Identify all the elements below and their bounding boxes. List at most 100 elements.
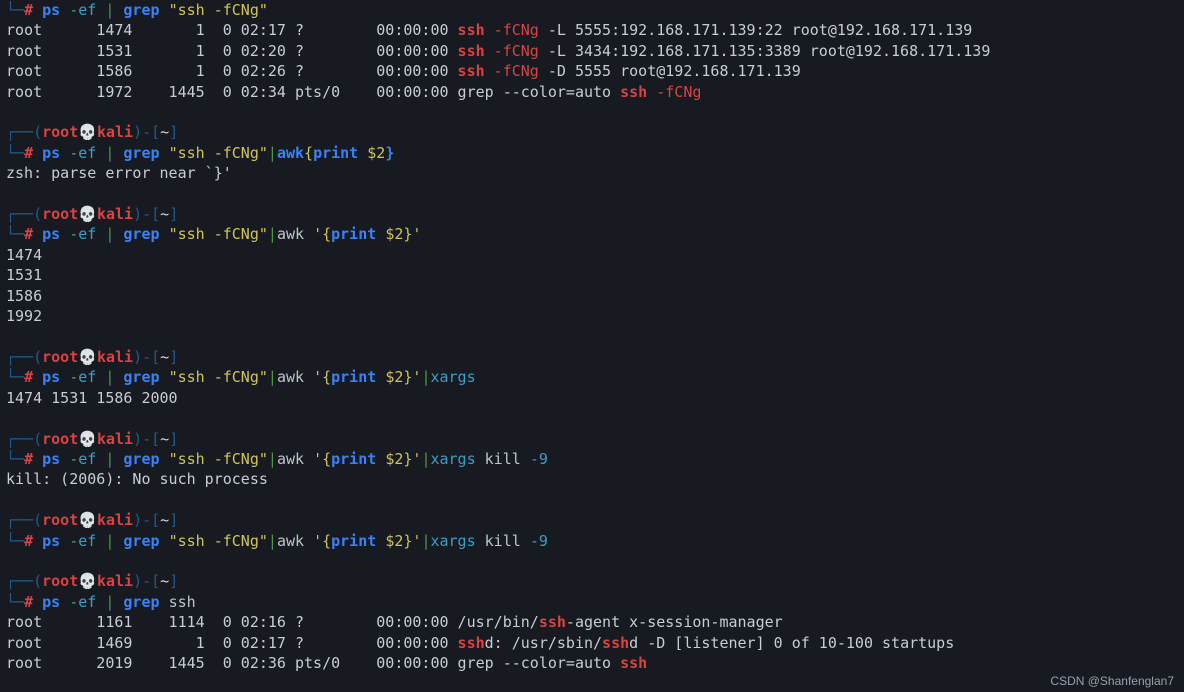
tok: print (331, 225, 376, 243)
tok: ] (169, 511, 178, 529)
ps-row: root 1586 1 0 02:26 ? 00:00:00 (6, 62, 458, 80)
tok: { (304, 144, 313, 162)
ps-row: root 2019 1445 0 02:36 pts/0 00:00:00 (6, 654, 458, 672)
tok: kill (485, 532, 521, 550)
tok: # (24, 368, 33, 386)
tok: kali (97, 572, 133, 590)
tok: | (268, 450, 277, 468)
tok: ┌──( (6, 430, 42, 448)
tok: ~ (160, 430, 169, 448)
tok: ' (313, 450, 322, 468)
tok: awk (277, 368, 304, 386)
terminal[interactable]: └─# ps -ef | grep "ssh -fCNg" root 1474 … (0, 0, 1184, 673)
tok: )-[ (133, 430, 160, 448)
txt: d: /usr/sbin/ (485, 634, 602, 652)
txt: /usr/bin/ (458, 613, 539, 631)
tok: ssh (458, 62, 485, 80)
tok: kali (97, 205, 133, 223)
tok: ' (313, 225, 322, 243)
txt: d -D [listener] 0 of 10-100 startups (629, 634, 954, 652)
tok: ssh (458, 634, 485, 652)
tok: "ssh -fCNg" (169, 368, 268, 386)
tok: | (105, 593, 114, 611)
tok: grep (123, 593, 159, 611)
tok: "ssh -fCNg" (169, 532, 268, 550)
tok: ] (169, 123, 178, 141)
ps-row: root 1469 1 0 02:17 ? 00:00:00 (6, 634, 458, 652)
txt: 1992 (6, 307, 42, 325)
tok: ps (42, 368, 60, 386)
tok: ps (42, 532, 60, 550)
tok: ~ (160, 123, 169, 141)
txt: grep --color=auto (458, 83, 621, 101)
tok: { (322, 532, 331, 550)
tok: { (322, 368, 331, 386)
tok: xargs (430, 450, 475, 468)
tok: grep (123, 1, 159, 19)
tok: 💀 (78, 511, 97, 529)
watermark: CSDN @Shanfenglan7 (1050, 674, 1174, 688)
tok: ~ (160, 572, 169, 590)
txt: 1474 1531 1586 2000 (6, 389, 178, 407)
tok: { (322, 450, 331, 468)
tok: ssh (620, 654, 647, 672)
tok: # (24, 225, 33, 243)
tok: | (268, 144, 277, 162)
tok: -ef (69, 1, 96, 19)
tok: "ssh -fCNg" (169, 1, 268, 19)
tok: | (105, 1, 114, 19)
tok: # (24, 1, 33, 19)
tok: grep (123, 368, 159, 386)
tok: root (42, 348, 78, 366)
tok: ┌──( (6, 205, 42, 223)
tok: | (268, 368, 277, 386)
tok: -fCNg (656, 83, 701, 101)
tok: ps (42, 1, 60, 19)
tok: print (331, 368, 376, 386)
tok: -ef (69, 532, 96, 550)
tok: ~ (160, 511, 169, 529)
tok: $2 (385, 368, 403, 386)
tok: ssh (620, 83, 647, 101)
txt: kill: (2006): No such process (6, 470, 268, 488)
tok: 💀 (78, 348, 97, 366)
tok: )-[ (133, 572, 160, 590)
ps-row: root 1972 1445 0 02:34 pts/0 00:00:00 (6, 83, 458, 101)
tok: $2 (385, 450, 403, 468)
tok: )-[ (133, 123, 160, 141)
tok: └─ (6, 368, 24, 386)
tok: ] (169, 430, 178, 448)
tok: kali (97, 430, 133, 448)
tok: ┌──( (6, 511, 42, 529)
ps-row: root 1531 1 0 02:20 ? 00:00:00 (6, 42, 458, 60)
tok: kali (97, 123, 133, 141)
tok: -fCNg (494, 42, 539, 60)
tok: -9 (530, 450, 548, 468)
tok: awk (277, 450, 304, 468)
tok: ~ (160, 348, 169, 366)
tok: | (268, 225, 277, 243)
tok: ] (169, 572, 178, 590)
tok: "ssh -fCNg" (169, 450, 268, 468)
tok: # (24, 593, 33, 611)
txt: zsh: parse error near `}' (6, 164, 232, 182)
tok: print (331, 532, 376, 550)
tok: ~ (160, 205, 169, 223)
tok: 💀 (78, 572, 97, 590)
tok: ssh (458, 42, 485, 60)
txt: grep --color=auto (458, 654, 621, 672)
txt: -D 5555 root@192.168.171.139 (539, 62, 801, 80)
tok: print (331, 450, 376, 468)
txt: -L 5555:192.168.171.139:22 root@192.168.… (539, 21, 972, 39)
tok: ' (313, 532, 322, 550)
tok: | (105, 225, 114, 243)
tok: } (385, 144, 394, 162)
tok: | (105, 144, 114, 162)
tok: | (105, 450, 114, 468)
tok: -fCNg (494, 21, 539, 39)
txt: -L 3434:192.168.171.135:3389 root@192.16… (539, 42, 991, 60)
tok: root (42, 430, 78, 448)
tok: grep (123, 144, 159, 162)
tok: # (24, 450, 33, 468)
tok: # (24, 144, 33, 162)
